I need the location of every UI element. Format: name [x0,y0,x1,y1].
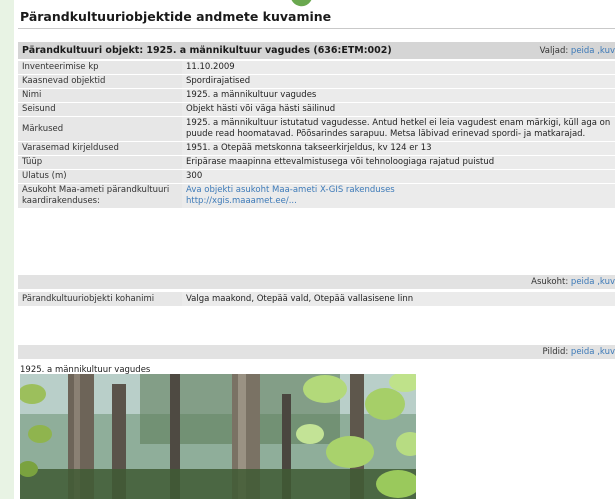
field-value: 1925. a männikultuur vagudes [182,88,615,103]
field-label: Tüüp [18,155,182,170]
location-value: Valga maakond, Otepää vald, Otepää valla… [182,292,615,306]
fields-hide-link[interactable]: peida [571,46,595,56]
field-value: 300 [182,169,615,184]
location-label: Pärandkultuuriobjekti kohanimi [18,292,182,306]
location-hide-link[interactable]: peida [571,277,595,287]
location-section-header: Asukoht: peida ,kuv [18,275,615,289]
images-section-header: Pildid: peida ,kuv [18,345,615,359]
xgis-url-link[interactable]: http://xgis.maaamet.ee/... [186,196,297,206]
location-toggle: Asukoht: peida ,kuv [531,277,615,287]
table-row: Ulatus (m) 300 [18,169,615,184]
field-label: Asukoht Maa-ameti pärandkultuuri kaardir… [18,183,182,209]
table-row: Inventeerimise kp 11.10.2009 [18,61,615,75]
page-title: Pärandkultuuriobjektide andmete kuvamine [20,9,332,24]
leaf-decoration [290,0,316,10]
forest-photo-illustration [20,374,416,499]
field-label: Inventeerimise kp [18,61,182,75]
field-label: Ulatus (m) [18,169,182,184]
field-value: Objekt hästi või väga hästi säilinud [182,102,615,117]
xgis-open-link[interactable]: Ava objekti asukoht Maa-ameti X-GIS rake… [186,185,395,195]
location-show-link[interactable]: ,kuv [597,277,615,287]
table-row: Asukoht Maa-ameti pärandkultuuri kaardir… [18,183,615,209]
forest-photo[interactable] [20,374,416,499]
fields-table: Inventeerimise kp 11.10.2009 Kaasnevad o… [18,61,615,209]
images-show-link[interactable]: ,kuv [597,347,615,357]
field-label: Nimi [18,88,182,103]
object-title: Pärandkultuuri objekt: 1925. a männikult… [22,45,392,56]
field-label: Märkused [18,116,182,142]
table-row: Nimi 1925. a männikultuur vagudes [18,88,615,103]
images-toggle: Pildid: peida ,kuv [543,347,615,357]
fields-toggle: Valjad: peida ,kuv [540,46,615,56]
field-label: Varasemad kirjeldused [18,141,182,156]
table-row: Tüüp Eripärase maapinna ettevalmistusega… [18,155,615,170]
images-hide-link[interactable]: peida [571,347,595,357]
field-label: Kaasnevad objektid [18,74,182,89]
table-row: Kaasnevad objektid Spordirajatised [18,74,615,89]
fields-toggle-label: Valjad: [539,45,569,56]
fields-show-link[interactable]: ,kuv [597,46,615,56]
field-value: 1951. a Otepää metskonna takseerkirjeldu… [182,141,615,156]
object-header: Pärandkultuuri objekt: 1925. a männikult… [18,42,615,59]
images-toggle-label: Pildid: [542,347,569,357]
field-label: Seisund [18,102,182,117]
field-value: Eripärase maapinna ettevalmistusega või … [182,155,615,170]
field-value: Ava objekti asukoht Maa-ameti X-GIS rake… [182,183,615,209]
field-value: 1925. a männikultuur istutatud vagudesse… [182,116,615,142]
content-frame: Pärandkultuuriobjektide andmete kuvamine… [14,0,615,499]
location-row: Pärandkultuuriobjekti kohanimi Valga maa… [18,292,615,306]
table-row: Varasemad kirjeldused 1951. a Otepää met… [18,141,615,156]
field-value: Spordirajatised [182,74,615,89]
table-row: Märkused 1925. a männikultuur istutatud … [18,116,615,142]
title-divider [18,28,615,29]
table-row: Seisund Objekt hästi või väga hästi säil… [18,102,615,117]
location-toggle-label: Asukoht: [531,277,569,287]
field-value: 11.10.2009 [182,61,615,75]
